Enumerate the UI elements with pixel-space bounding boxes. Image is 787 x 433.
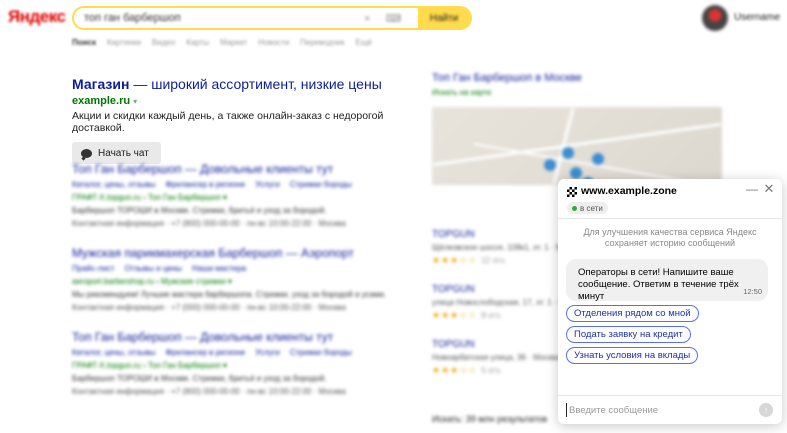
map-subtitle[interactable]: Искать на карте: [432, 88, 732, 97]
sitelink[interactable]: Услуги: [255, 348, 280, 357]
tab-news[interactable]: Новости: [258, 38, 289, 47]
chat-site-name: www.example.zone: [581, 185, 677, 197]
search-button-label: Найти: [429, 12, 459, 24]
result-title[interactable]: Топ Ган Барбершоп — Довольные клиенты ту…: [72, 162, 402, 176]
quick-reply-deposit-terms[interactable]: Узнать условия на вклады: [566, 347, 699, 364]
sitelink[interactable]: Отзывы и цены: [125, 264, 182, 273]
chat-widget: www.example.zone в сети — ✕ Для улучшени…: [558, 179, 782, 424]
list-item: Топ Ган Барбершоп — Довольные клиенты ту…: [72, 162, 402, 228]
result-snippet: Барбершоп ТОРОШИ в Москве. Стрижки, брит…: [72, 374, 327, 383]
review-count: 5 отз.: [481, 366, 502, 375]
send-icon[interactable]: ↑: [759, 403, 773, 417]
service-tabs: Поиск Картинки Видео Карты Маркет Новост…: [72, 38, 372, 47]
sitelink[interactable]: Наши мастера: [192, 264, 246, 273]
map-pin-icon[interactable]: [544, 159, 556, 171]
message-text: Операторы в сети! Напишите ваше сообщени…: [578, 267, 739, 302]
message-input[interactable]: [566, 403, 746, 417]
header: Яндекс × ⌨ ↑ Найти Username: [0, 0, 787, 34]
tab-video[interactable]: Видео: [152, 38, 175, 47]
quick-reply-apply-credit[interactable]: Подать заявку на кредит: [566, 326, 691, 343]
result-sitelinks: Каталог, цены, отзывы Фрилансер в регион…: [72, 348, 402, 357]
tab-market[interactable]: Маркет: [220, 38, 247, 47]
avatar[interactable]: [702, 5, 728, 31]
review-count: 12 отз.: [481, 256, 507, 265]
tab-translate[interactable]: Переводчик: [300, 38, 344, 47]
tab-more[interactable]: Ещё: [356, 38, 372, 47]
result-url[interactable]: ГРАФТ-Х.topgun.ru › Топ Ган Барбершоп ▾: [72, 193, 402, 202]
map-road: [473, 142, 691, 184]
results-count: Искать: 39 млн результатов: [432, 414, 548, 424]
search-box[interactable]: × ⌨ ↑ Найти: [72, 6, 472, 30]
start-chat-label: Начать чат: [98, 147, 149, 159]
sitelink[interactable]: Стрижки бороды: [290, 180, 352, 189]
result-contacts[interactable]: Контактная информация · +7 (800) 000-00-…: [72, 387, 402, 396]
tab-images[interactable]: Картинки: [107, 38, 141, 47]
map-pin-icon[interactable]: [562, 147, 574, 159]
sitelink[interactable]: Каталог, цены, отзывы: [72, 180, 155, 189]
result-contacts[interactable]: Контактная информация · +7 (800) 000-00-…: [72, 219, 402, 228]
online-dot-icon: [572, 205, 577, 211]
quick-reply-nearby-branches[interactable]: Отделения рядом со мной: [566, 305, 699, 322]
close-icon[interactable]: ✕: [763, 182, 775, 195]
list-item: Мужская парикмахерская Барбершоп — Аэроп…: [72, 246, 402, 312]
stars-glyphs: ★★★☆☆: [432, 255, 478, 265]
organic-results: Топ Ган Барбершоп — Довольные клиенты ту…: [72, 162, 402, 414]
result-contacts[interactable]: Контактная информация · +7 (000) 000-00-…: [72, 303, 402, 312]
list-item: Топ Ган Барбершоп — Довольные клиенты ту…: [72, 330, 402, 396]
start-chat-button[interactable]: Начать чат: [72, 142, 161, 164]
map-pin-icon[interactable]: [592, 153, 604, 165]
search-input[interactable]: [84, 12, 344, 24]
status-label: в сети: [580, 203, 603, 213]
result-title[interactable]: Топ Ган Барбершоп — Довольные клиенты ту…: [72, 330, 402, 344]
ad-title-rest: — широкий ассортимент, низкие цены: [129, 76, 382, 92]
map-pin-icon[interactable]: [570, 167, 582, 179]
result-sitelinks: Прайс-лист Отзывы и цены Наши мастера: [72, 264, 402, 273]
result-sitelinks: Каталог, цены, отзывы Фрилансер в регион…: [72, 180, 402, 189]
yandex-logo[interactable]: Яндекс: [8, 7, 66, 27]
username[interactable]: Username: [734, 12, 780, 23]
chat-input-area: ↑: [558, 395, 782, 424]
history-notice: Для улучшения качества сервиса Яндекс со…: [583, 227, 757, 248]
result-url[interactable]: aeroport.barbershop.ru › Мужские стрижки…: [72, 277, 402, 286]
result-snippet: Барбершоп ТОРОШИ в Москве. Стрижки, брит…: [72, 206, 327, 215]
sitelink[interactable]: Прайс-лист: [72, 264, 115, 273]
ad-description: Акции и скидки каждый день, а также онла…: [72, 110, 384, 134]
ad-title-bold: Магазин: [72, 76, 130, 92]
map-preview[interactable]: [432, 107, 722, 185]
stars-glyphs: ★★★☆☆: [432, 365, 478, 375]
search-button[interactable]: Найти: [418, 8, 470, 28]
minimize-button[interactable]: —: [746, 183, 758, 195]
operator-message: Операторы в сети! Напишите ваше сообщени…: [566, 259, 768, 302]
ad-title-link[interactable]: Магазин — широкий ассортимент, низкие це…: [72, 76, 402, 92]
sitelink[interactable]: Каталог, цены, отзывы: [72, 348, 155, 357]
review-count: 8 отз.: [481, 311, 502, 320]
result-snippet: Мы рекомендуем! Лучшие мастера барбершоп…: [72, 290, 387, 299]
status-badge: в сети: [567, 202, 608, 214]
sitelink[interactable]: Услуги: [255, 180, 280, 189]
result-url[interactable]: ГРАФТ-Х.topgun.ru › Топ Ган Барбершоп ▾: [72, 361, 402, 370]
sitelink[interactable]: Фрилансер в регионе: [165, 348, 245, 357]
chat-bubble-icon: [81, 148, 92, 158]
chat-header: www.example.zone в сети — ✕: [558, 179, 782, 219]
ad-url-text: example.ru: [72, 95, 131, 107]
result-title[interactable]: Мужская парикмахерская Барбершоп — Аэроп…: [72, 246, 402, 260]
sitelink[interactable]: Стрижки бороды: [290, 348, 352, 357]
chevron-down-icon[interactable]: ▾: [133, 97, 137, 106]
map-title[interactable]: Топ Ган Барбершоп в Москве: [432, 72, 732, 84]
ad-url[interactable]: example.ru ▾: [72, 95, 402, 107]
site-favicon-icon: [567, 187, 577, 197]
sitelink[interactable]: Фрилансер в регионе: [165, 180, 245, 189]
ad-result: Магазин — широкий ассортимент, низкие це…: [72, 76, 402, 164]
message-time: 12:50: [743, 287, 762, 296]
tab-maps[interactable]: Карты: [186, 38, 209, 47]
tab-search[interactable]: Поиск: [72, 38, 96, 47]
stars-glyphs: ★★★☆☆: [432, 310, 478, 320]
